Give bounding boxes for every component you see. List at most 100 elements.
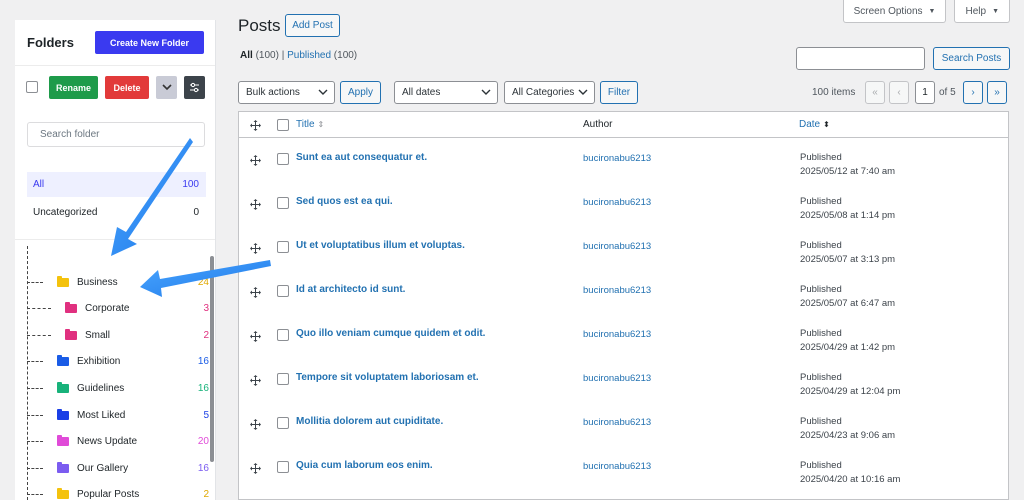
search-posts-button[interactable]: Search Posts bbox=[933, 47, 1010, 70]
post-date: 2025/05/07 at 6:47 am bbox=[800, 298, 896, 309]
folder-settings-button[interactable] bbox=[184, 76, 205, 99]
row-checkbox[interactable] bbox=[277, 153, 289, 165]
folder-count: 2 bbox=[203, 329, 209, 341]
filter-published-count: (100) bbox=[333, 50, 358, 61]
help-button[interactable]: Help ▼ bbox=[954, 0, 1010, 23]
tree-connector bbox=[27, 281, 43, 283]
post-author-link[interactable]: bucironabu6213 bbox=[583, 241, 651, 252]
row-checkbox[interactable] bbox=[277, 241, 289, 253]
tree-connector bbox=[27, 441, 43, 443]
post-title-link[interactable]: Mollitia dolorem aut cupiditate. bbox=[296, 416, 443, 427]
post-author-link[interactable]: bucironabu6213 bbox=[583, 329, 651, 340]
post-date: 2025/05/08 at 1:14 pm bbox=[800, 210, 896, 221]
last-page-button[interactable]: » bbox=[987, 81, 1007, 104]
apply-button[interactable]: Apply bbox=[340, 81, 381, 104]
post-title-link[interactable]: Quia cum laborum eos enim. bbox=[296, 460, 433, 471]
post-title-link[interactable]: Id at architecto id sunt. bbox=[296, 284, 405, 295]
folder-item[interactable]: Popular Posts 2 bbox=[27, 485, 209, 500]
post-author-link[interactable]: bucironabu6213 bbox=[583, 461, 651, 472]
post-search-input[interactable] bbox=[796, 47, 925, 70]
page-title: Posts bbox=[238, 16, 281, 35]
folder-all[interactable]: All 100 bbox=[27, 172, 206, 197]
drag-handle-icon[interactable] bbox=[250, 461, 261, 479]
post-title-link[interactable]: Quo illo veniam cumque quidem et odit. bbox=[296, 328, 485, 339]
post-status-filter: All (100) | Published (100) bbox=[240, 50, 357, 61]
row-checkbox[interactable] bbox=[277, 197, 289, 209]
folder-menu-button[interactable] bbox=[156, 76, 177, 99]
post-author-link[interactable]: bucironabu6213 bbox=[583, 197, 651, 208]
post-status: Published bbox=[800, 416, 842, 427]
folder-count: 24 bbox=[197, 276, 209, 288]
filter-published[interactable]: Published bbox=[287, 50, 331, 61]
folder-scrollbar[interactable] bbox=[210, 256, 214, 462]
column-title[interactable]: Title ⇕ bbox=[296, 119, 324, 130]
drag-handle-icon[interactable] bbox=[250, 285, 261, 303]
drag-handle-icon[interactable] bbox=[250, 241, 261, 259]
create-folder-button[interactable]: Create New Folder bbox=[95, 31, 204, 54]
column-date[interactable]: Date ⬍ bbox=[799, 119, 830, 130]
dates-select[interactable]: All dates bbox=[394, 81, 498, 104]
folder-item[interactable]: Business 24 bbox=[27, 272, 209, 292]
folder-icon bbox=[65, 302, 77, 314]
folder-item[interactable]: Exhibition 16 bbox=[27, 352, 209, 372]
bulk-actions-select[interactable]: Bulk actions bbox=[238, 81, 335, 104]
post-date: 2025/04/20 at 10:16 am bbox=[800, 474, 901, 485]
folder-all-count: 100 bbox=[182, 179, 199, 190]
folder-uncategorized[interactable]: Uncategorized 0 bbox=[27, 200, 206, 224]
tree-connector bbox=[27, 414, 43, 416]
post-author-link[interactable]: bucironabu6213 bbox=[583, 417, 651, 428]
post-author-link[interactable]: bucironabu6213 bbox=[583, 373, 651, 384]
folder-uncategorized-label: Uncategorized bbox=[33, 206, 98, 218]
row-checkbox[interactable] bbox=[277, 417, 289, 429]
filter-all[interactable]: All bbox=[240, 50, 253, 61]
table-row: Quia cum laborum eos enim. bucironabu6213… bbox=[239, 452, 1008, 496]
drag-handle-icon[interactable] bbox=[250, 373, 261, 391]
select-all-folders-checkbox[interactable] bbox=[26, 81, 38, 93]
folders-header: Folders Create New Folder bbox=[15, 20, 215, 66]
rename-button[interactable]: Rename bbox=[49, 76, 98, 99]
row-checkbox[interactable] bbox=[277, 329, 289, 341]
post-date: 2025/05/07 at 3:13 pm bbox=[800, 254, 896, 265]
filter-button[interactable]: Filter bbox=[600, 81, 638, 104]
post-status: Published bbox=[800, 152, 842, 163]
drag-handle-icon[interactable] bbox=[250, 153, 261, 171]
folder-count: 16 bbox=[197, 462, 209, 474]
post-status: Published bbox=[800, 372, 842, 383]
folder-item[interactable]: Corporate 3 bbox=[27, 299, 209, 319]
row-checkbox[interactable] bbox=[277, 373, 289, 385]
current-page-input[interactable]: 1 bbox=[915, 81, 935, 104]
post-author-link[interactable]: bucironabu6213 bbox=[583, 153, 651, 164]
column-title-label: Title bbox=[296, 119, 315, 130]
caret-down-icon: ▼ bbox=[992, 7, 999, 15]
drag-handle-icon[interactable] bbox=[250, 197, 261, 215]
row-checkbox[interactable] bbox=[277, 461, 289, 473]
screen-options-button[interactable]: Screen Options ▼ bbox=[842, 0, 947, 23]
folder-item[interactable]: News Update 20 bbox=[27, 432, 209, 452]
post-title-link[interactable]: Ut et voluptatibus illum et voluptas. bbox=[296, 240, 465, 251]
post-title-link[interactable]: Sed quos est ea qui. bbox=[296, 196, 393, 207]
row-checkbox[interactable] bbox=[277, 285, 289, 297]
divider bbox=[15, 239, 215, 240]
folder-item[interactable]: Our Gallery 16 bbox=[27, 458, 209, 478]
next-page-button[interactable]: › bbox=[963, 81, 983, 104]
folder-name: Corporate bbox=[85, 303, 130, 315]
post-title-link[interactable]: Tempore sit voluptatem laboriosam et. bbox=[296, 372, 479, 383]
prev-page-button[interactable]: ‹ bbox=[889, 81, 909, 104]
categories-select[interactable]: All Categories bbox=[504, 81, 595, 104]
folder-tree: Business 24 Corporate 3 Small 2 Exhibition 16 Gu… bbox=[15, 246, 215, 500]
folder-name: Our Gallery bbox=[77, 462, 129, 474]
folder-item[interactable]: Guidelines 16 bbox=[27, 378, 209, 398]
select-all-posts-checkbox[interactable] bbox=[277, 119, 289, 131]
drag-handle-icon[interactable] bbox=[250, 417, 261, 435]
folder-item[interactable]: Small 2 bbox=[27, 325, 209, 345]
folder-icon bbox=[57, 461, 69, 473]
first-page-button[interactable]: « bbox=[865, 81, 885, 104]
table-row: Tempore sit voluptatem laboriosam et. buc… bbox=[239, 364, 1008, 408]
post-title-link[interactable]: Sunt ea aut consequatur et. bbox=[296, 152, 427, 163]
drag-handle-icon[interactable] bbox=[250, 329, 261, 347]
post-author-link[interactable]: bucironabu6213 bbox=[583, 285, 651, 296]
folder-search-input[interactable]: Search folder bbox=[27, 122, 205, 147]
folder-item[interactable]: Most Liked 5 bbox=[27, 405, 209, 425]
delete-button[interactable]: Delete bbox=[105, 76, 149, 99]
add-post-button[interactable]: Add Post bbox=[285, 14, 340, 37]
